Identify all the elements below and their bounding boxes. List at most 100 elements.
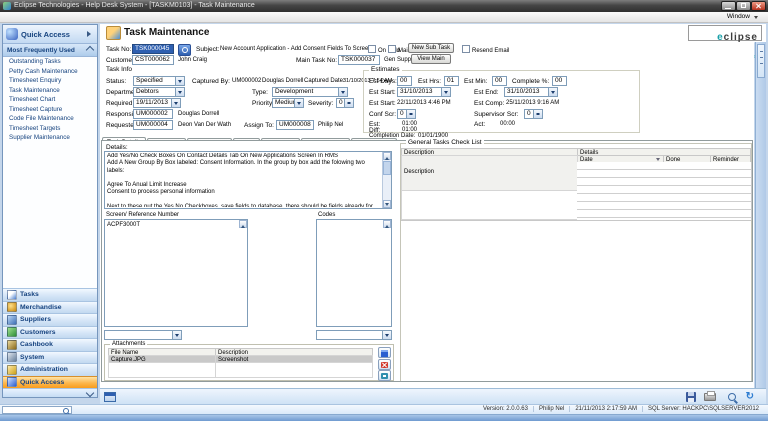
codes-listbox[interactable] [316,219,392,327]
severity-label: Severity: [308,99,333,108]
sidebar-item-timesheet-targets[interactable]: Timesheet Targets [3,124,97,134]
window-icon[interactable] [104,392,116,402]
eclipse-logo: eclipse TECHNOLOGIES [688,25,762,41]
assign-to-field[interactable]: UM000008 [276,120,314,130]
details-textarea[interactable]: Add Yes/No Check Boxes On Contact Detail… [104,151,392,209]
sidebar-item-outstanding-tasks[interactable]: Outstanding Tasks [3,57,97,67]
sidebar-item-timesheet-enquiry[interactable]: Timesheet Enquiry [3,76,97,86]
est-end-datepicker[interactable]: 31/10/2013 [504,87,558,97]
nav-tasks[interactable]: Tasks [3,288,97,301]
subject-value[interactable]: New Account Application - Add Consent Fi… [220,45,368,54]
open-icon [381,350,388,357]
est-hrs-field[interactable]: 01 [444,76,459,86]
scroll-up-icon[interactable] [383,152,391,160]
task-no-label: Task No: [106,45,131,54]
type-select[interactable]: Development [272,87,348,97]
attachment-delete-button[interactable] [378,359,391,370]
print-icon[interactable] [704,393,716,401]
act-value: 00:00 [500,120,515,129]
customer-field[interactable]: CST000062 [132,55,174,65]
close-button[interactable] [751,1,766,11]
task-lookup-button[interactable] [178,44,191,56]
nav-suppliers[interactable]: Suppliers [3,313,97,326]
checkbox-icon[interactable] [462,45,470,53]
supervisor-scr-stepper[interactable]: 0 [524,109,543,119]
quick-access-header[interactable]: Quick Access [3,25,97,44]
list-item[interactable]: ACPF3000T [105,220,247,230]
dropdown-icon[interactable] [172,331,181,339]
collapsed-panel-strip[interactable] [755,42,766,388]
new-sub-task-button[interactable]: New Sub Task [408,43,454,53]
dropdown-icon[interactable] [175,77,184,85]
zoom-icon[interactable] [728,393,736,401]
main-task-no-field[interactable]: TSK000037 [338,55,380,65]
sidebar-item-code-file-maintenance[interactable]: Code File Maintenance [3,114,97,124]
save-icon[interactable] [686,392,696,402]
resend-email-checkbox[interactable]: Resend Email [462,45,509,56]
scroll-up-icon[interactable] [239,220,247,228]
responsible-field[interactable]: UM000002 [133,109,173,119]
maximize-button[interactable] [736,1,751,11]
window-menu[interactable]: Window [727,12,758,22]
task-no-field[interactable]: TSK000045 [132,44,174,54]
mfu-header[interactable]: Most Frequently Used [3,44,97,57]
refresh-icon[interactable]: ↻ [746,390,754,403]
sidebar-item-petty-cash-maintenance[interactable]: Petty Cash Maintenance [3,67,97,77]
required-by-datepicker[interactable]: 19/11/2013 [133,98,181,108]
codes-combo[interactable] [316,330,392,340]
priority-select[interactable]: Medium [272,98,304,108]
details-scrollbar[interactable] [382,152,391,208]
scroll-thumb[interactable] [383,161,391,175]
attachment-save-button[interactable] [378,370,391,381]
severity-stepper[interactable]: 0 [336,98,354,108]
collapse-pin-icon[interactable] [87,31,94,37]
dropdown-icon[interactable] [338,88,347,96]
tasks-icon [7,290,17,300]
nav-merchandise[interactable]: Merchandise [3,301,97,314]
dropdown-icon[interactable] [175,88,184,96]
checklist-description-cell[interactable]: Description [401,155,578,191]
nav-cashbook[interactable]: Cashbook [3,338,97,351]
view-main-button[interactable]: View Main [411,54,451,64]
sidebar-item-timesheet-capture[interactable]: Timesheet Capture [3,105,97,115]
sidebar-item-timesheet-chart[interactable]: Timesheet Chart [3,95,97,105]
checkbox-icon[interactable] [368,45,376,53]
responsible-name: Douglas Dorrell [178,110,219,119]
checklist-empty-cell[interactable] [401,190,578,220]
complete-pct-field[interactable]: 00 [552,76,567,86]
nav-customers[interactable]: Customers [3,326,97,339]
est-min-field[interactable]: 00 [492,76,507,86]
dropdown-icon[interactable] [548,88,557,96]
checklist-empty-rows[interactable] [577,162,752,220]
checkbox-icon[interactable] [388,45,396,53]
dropdown-icon[interactable] [171,99,180,107]
conf-scr-stepper[interactable]: 0 [397,109,416,119]
scroll-up-icon[interactable] [383,220,391,228]
supervisor-scr-label: Supervisor Scr: [474,110,518,119]
est-days-field[interactable]: 00 [397,76,412,86]
status-select[interactable]: Specified [133,76,185,86]
dropdown-icon[interactable] [382,331,391,339]
sidebar-search-input[interactable] [2,406,72,414]
dropdown-icon[interactable] [294,99,303,107]
mfu-collapse-icon[interactable] [86,46,94,54]
requested-by-field[interactable]: UM000004 [133,120,173,130]
nav-administration[interactable]: Administration [3,363,97,376]
screen-ref-combo[interactable] [104,330,182,340]
scroll-down-icon[interactable] [383,200,391,208]
nav-quick-access[interactable]: Quick Access [3,376,97,389]
sidebar-item-supplier-maintenance[interactable]: Supplier Maintenance [3,133,97,143]
dropdown-icon[interactable] [441,88,450,96]
nav-system[interactable]: System [3,351,97,364]
attachment-open-button[interactable] [378,347,391,358]
sidebar-item-task-maintenance[interactable]: Task Maintenance [3,86,97,96]
spinner-icon[interactable] [406,110,415,118]
est-start-datepicker[interactable]: 31/10/2013 [397,87,451,97]
collapsed-panel-tab[interactable] [757,44,765,78]
sidebar-overflow-row[interactable] [3,388,97,397]
minimize-button[interactable] [721,1,736,11]
spinner-icon[interactable] [344,99,353,107]
department-select[interactable]: Debtors [133,87,185,97]
screen-ref-listbox[interactable]: ACPF3000T [104,219,248,327]
spinner-icon[interactable] [533,110,542,118]
